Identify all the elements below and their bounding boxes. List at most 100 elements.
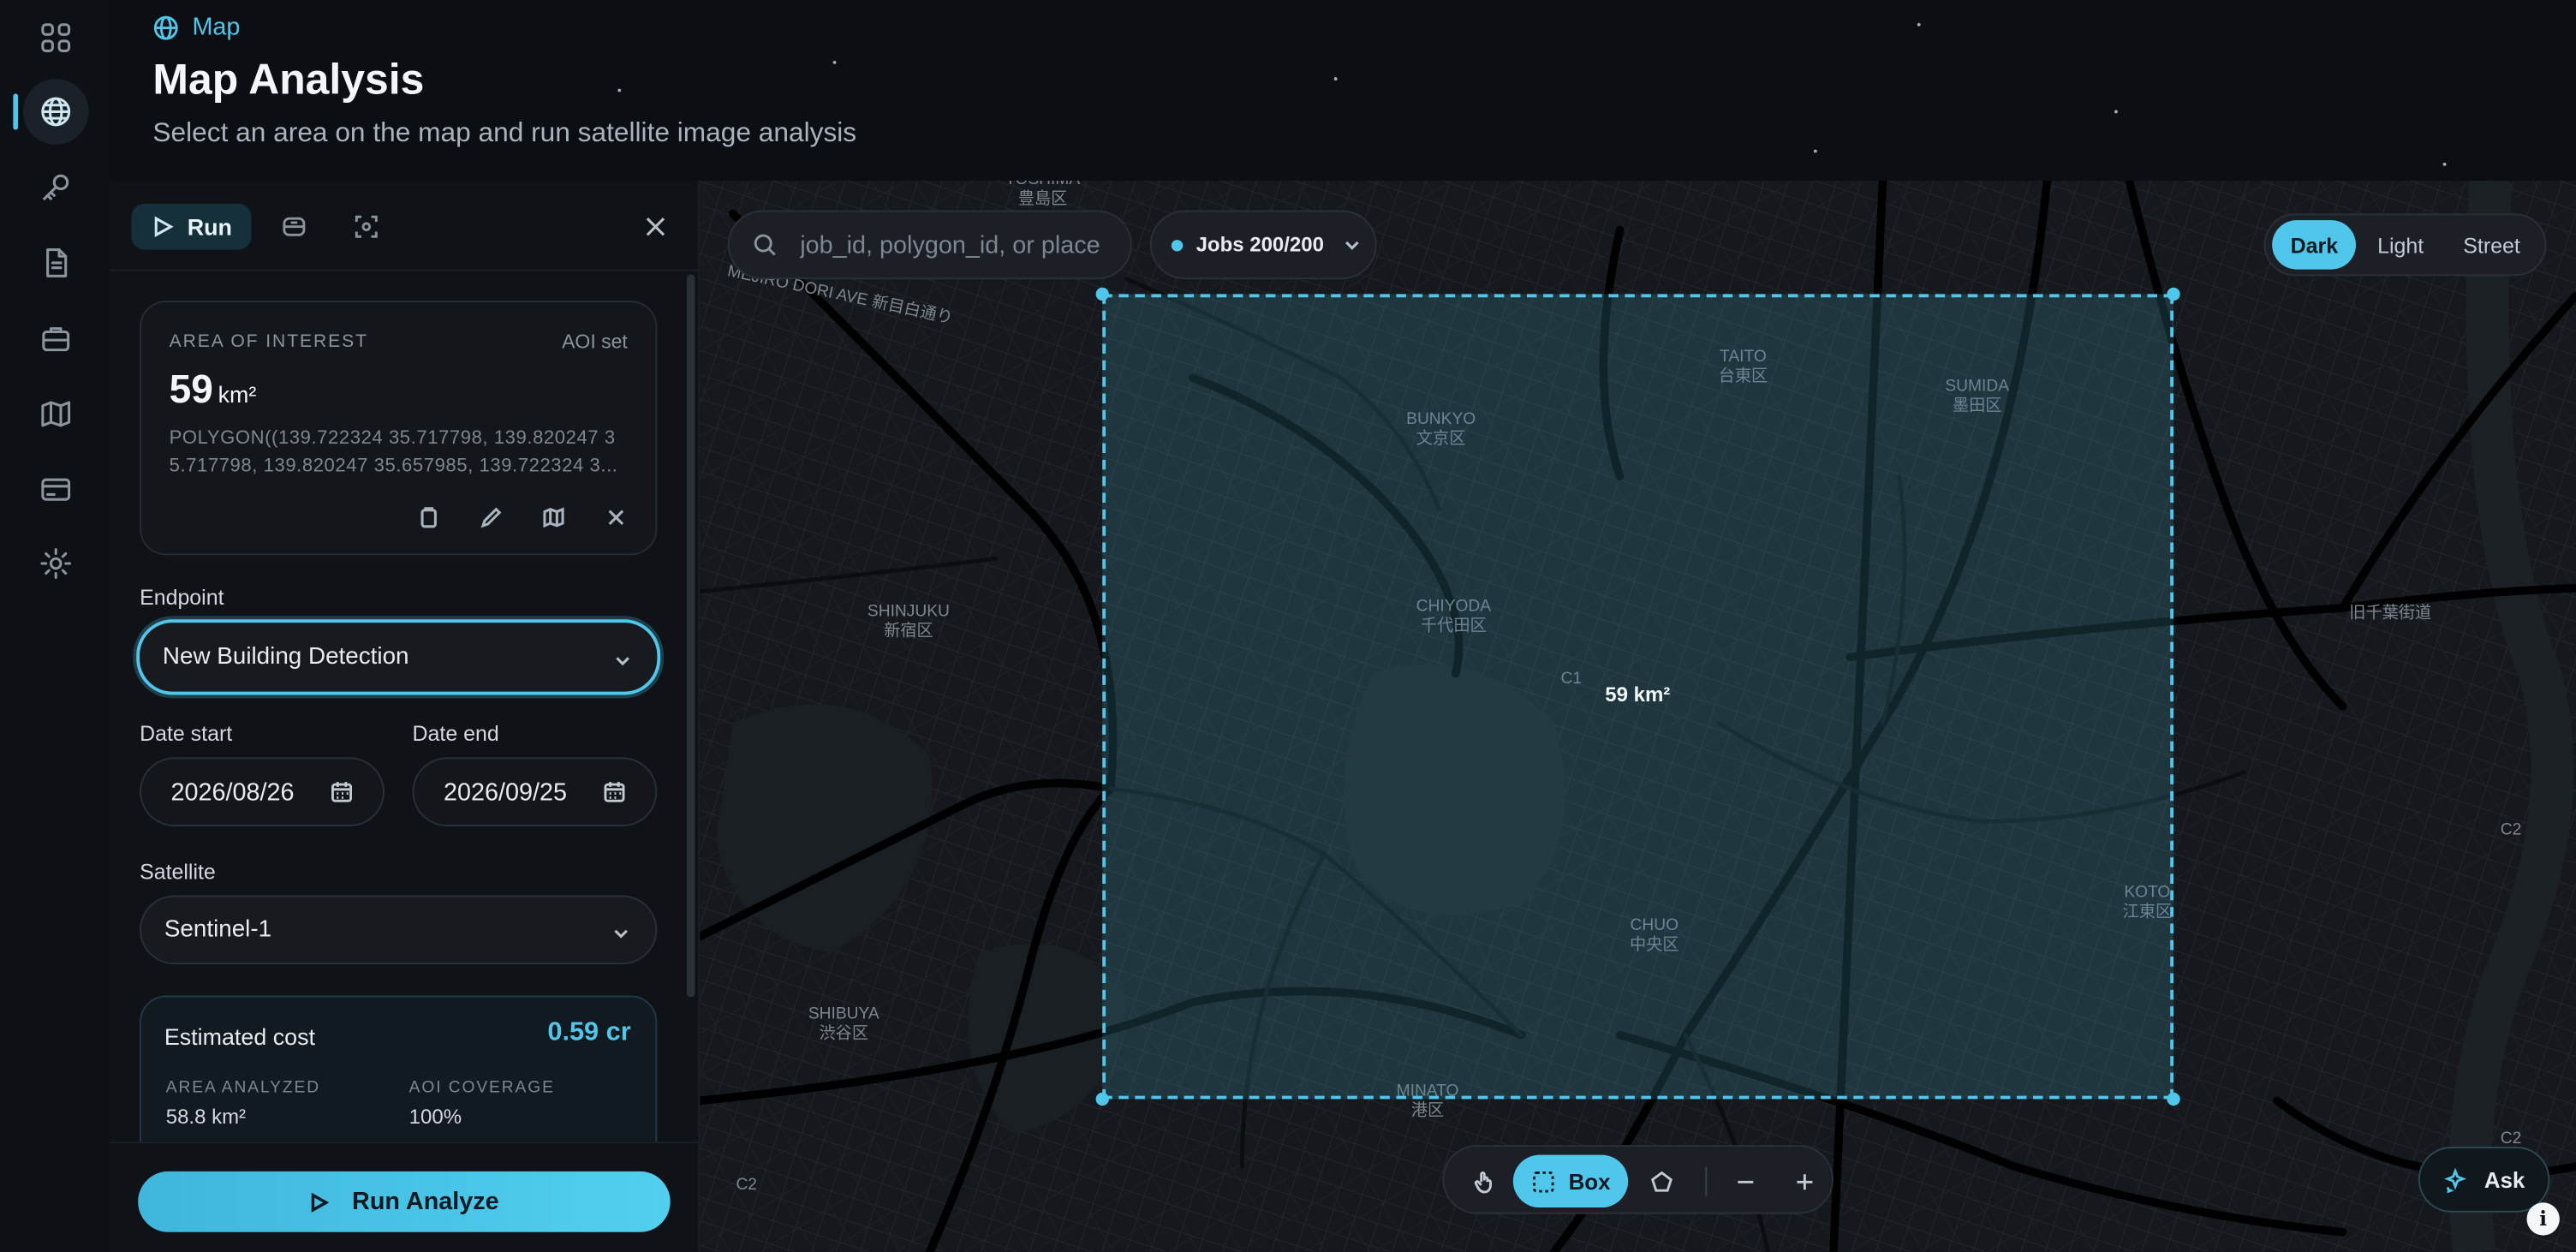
run-analyze-button[interactable]: Run Analyze xyxy=(138,1171,671,1232)
analysis-panel: Run AREA OF INTEREST AOI set 59 km² POLYG… xyxy=(110,181,701,1252)
star-decoration xyxy=(2114,110,2118,114)
nav-documents-button[interactable] xyxy=(23,230,89,296)
zoom-in-button[interactable] xyxy=(1780,1155,1829,1207)
chevron-down-icon xyxy=(614,649,630,666)
aoi-handle-bottom-left[interactable] xyxy=(1095,1092,1109,1106)
map-search-input[interactable] xyxy=(796,229,1130,261)
panel-tabs: Run xyxy=(131,203,397,250)
left-nav-rail xyxy=(0,0,112,1252)
box-tool-label: Box xyxy=(1568,1168,1611,1194)
star-decoration xyxy=(2442,162,2447,166)
view-aoi-on-map-button[interactable] xyxy=(537,501,569,534)
pentagon-icon xyxy=(1650,1170,1672,1191)
page-header: Map Map Analysis Select an area on the m… xyxy=(110,0,2576,182)
nav-maps-button[interactable] xyxy=(23,381,89,447)
pan-tool-button[interactable] xyxy=(1458,1155,1510,1207)
map-label-shinjuku: SHINJUKU 新宿区 xyxy=(867,603,950,641)
sparkle-icon xyxy=(2444,1167,2467,1192)
satellite-label: Satellite xyxy=(140,859,216,885)
endpoint-value: New Building Detection xyxy=(162,644,409,671)
aoi-coverage-value: 100% xyxy=(408,1106,462,1129)
chevron-down-icon xyxy=(613,921,629,939)
credit-card-icon xyxy=(41,478,71,501)
aoi-actions xyxy=(413,501,633,534)
map-icon xyxy=(543,507,564,528)
star-decoration xyxy=(1917,22,1921,27)
tab-run[interactable]: Run xyxy=(131,203,252,250)
tab-capture[interactable] xyxy=(337,204,397,250)
map-style-dark[interactable]: Dark xyxy=(2272,220,2357,270)
zoom-out-button[interactable] xyxy=(1720,1155,1770,1207)
aoi-handle-bottom-right[interactable] xyxy=(2167,1092,2180,1106)
date-start-value: 2026/08/26 xyxy=(170,778,295,806)
area-analyzed-value: 58.8 km² xyxy=(165,1106,247,1129)
map-label-toshima: TOSHIMA 豊島区 xyxy=(1005,181,1080,209)
nav-billing-button[interactable] xyxy=(23,456,89,522)
minus-icon xyxy=(1737,1179,1753,1183)
tab-storage[interactable] xyxy=(265,204,324,250)
area-analyzed-label: AREA ANALYZED xyxy=(165,1079,321,1098)
panel-scrollbar[interactable] xyxy=(686,274,695,998)
clear-aoi-button[interactable] xyxy=(599,501,632,534)
ask-assistant-button[interactable]: Ask xyxy=(2418,1147,2550,1213)
box-tool-button[interactable]: Box xyxy=(1512,1154,1629,1208)
map-label-route: C2 xyxy=(736,1176,757,1195)
nav-dashboard-button[interactable] xyxy=(23,5,89,71)
date-end-input[interactable]: 2026/09/25 xyxy=(412,757,658,826)
aoi-handle-top-left[interactable] xyxy=(1095,287,1109,301)
map-canvas[interactable]: TOSHIMA 豊島区 BUNKYO 文京区 TAITO 台東区 SUMIDA … xyxy=(700,181,2576,1252)
chevron-down-icon xyxy=(1345,241,1359,250)
active-indicator xyxy=(13,93,19,130)
map-style-street[interactable]: Street xyxy=(2445,220,2538,270)
edit-aoi-button[interactable] xyxy=(474,501,507,534)
dashed-square-icon xyxy=(1532,1171,1554,1192)
map-tools: Box xyxy=(1442,1145,1834,1214)
date-start-input[interactable]: 2026/08/26 xyxy=(140,757,385,826)
map-style-switcher: Dark Light Street xyxy=(2263,213,2547,277)
aoi-coverage-label: AOI COVERAGE xyxy=(408,1079,555,1098)
polygon-tool-button[interactable] xyxy=(1635,1155,1687,1207)
calendar-icon[interactable] xyxy=(603,780,626,803)
divider xyxy=(110,269,699,271)
search-icon xyxy=(754,234,776,256)
breadcrumb-label: Map xyxy=(192,13,241,41)
nav-settings-button[interactable] xyxy=(23,531,89,597)
gear-icon xyxy=(40,548,72,579)
play-icon xyxy=(154,216,174,237)
map-style-light[interactable]: Light xyxy=(2359,220,2442,270)
aoi-area-label: 59 km² xyxy=(1605,683,1671,706)
map-icon xyxy=(41,401,71,427)
document-icon xyxy=(46,248,68,277)
aoi-area-unit: km² xyxy=(218,381,257,408)
copy-aoi-button[interactable] xyxy=(413,501,445,534)
star-decoration xyxy=(617,88,622,92)
date-end-value: 2026/09/25 xyxy=(443,778,567,806)
ask-label: Ask xyxy=(2484,1167,2525,1192)
star-decoration xyxy=(1333,77,1338,81)
nav-jobs-button[interactable] xyxy=(23,306,89,372)
aoi-status: AOI set xyxy=(562,330,628,354)
satellite-select[interactable]: Sentinel-1 xyxy=(140,895,658,965)
calendar-icon[interactable] xyxy=(331,780,354,803)
grid-icon xyxy=(41,23,71,53)
pencil-icon xyxy=(480,507,502,528)
map-search xyxy=(727,210,1132,280)
info-button[interactable]: i xyxy=(2526,1202,2560,1236)
aoi-area-value: 59 xyxy=(169,367,213,413)
aoi-handle-top-right[interactable] xyxy=(2167,287,2180,301)
jobs-dropdown[interactable]: Jobs 200/200 xyxy=(1149,210,1377,280)
divider xyxy=(1705,1166,1708,1196)
jobs-label: Jobs 200/200 xyxy=(1196,233,1324,257)
aoi-area: 59 km² xyxy=(170,368,257,414)
endpoint-select[interactable]: New Building Detection xyxy=(136,619,661,695)
panel-close-button[interactable] xyxy=(642,213,669,240)
breadcrumb[interactable]: Map xyxy=(152,13,240,41)
aoi-polygon-wkt: POLYGON((139.722324 35.717798, 139.82024… xyxy=(169,428,618,477)
nav-map-button[interactable] xyxy=(22,79,89,145)
globe-icon xyxy=(41,97,71,127)
star-decoration xyxy=(832,60,837,64)
hand-pointer-icon xyxy=(1473,1171,1491,1193)
briefcase-icon xyxy=(42,327,70,352)
scan-icon xyxy=(355,215,379,238)
nav-api-keys-button[interactable] xyxy=(23,154,89,220)
